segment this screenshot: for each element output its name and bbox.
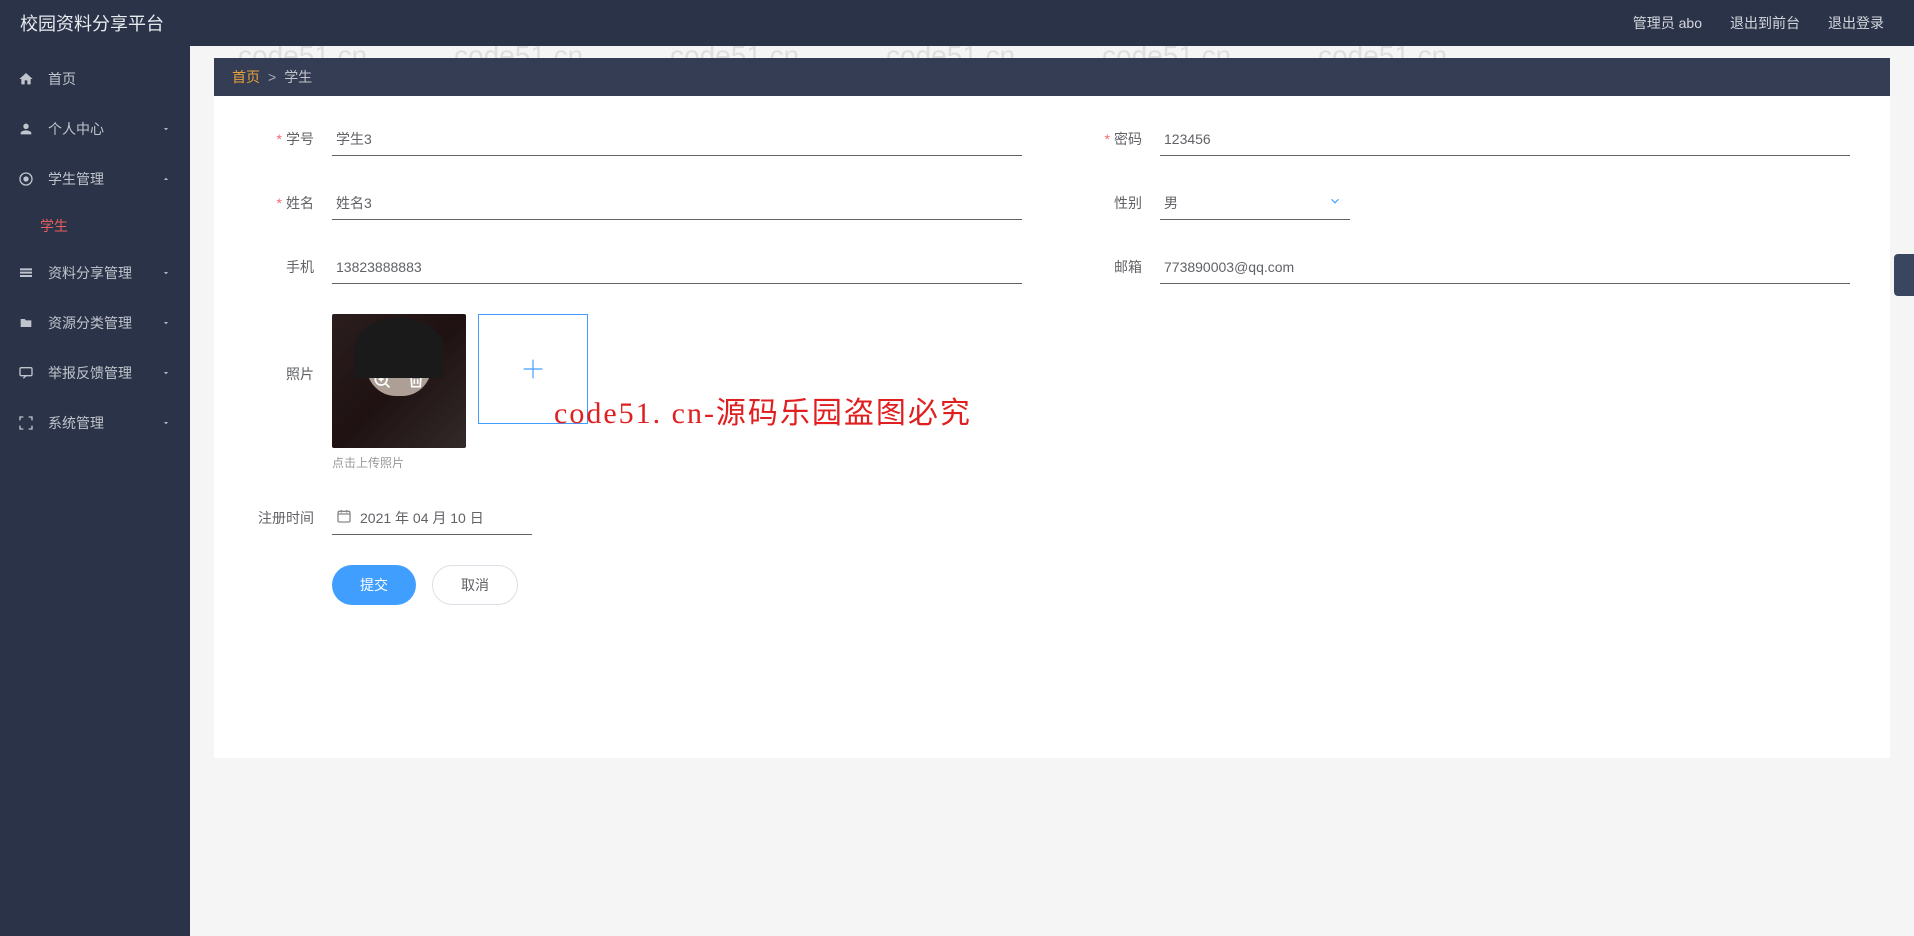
fullscreen-icon	[18, 415, 34, 431]
chevron-down-icon	[160, 123, 172, 135]
logout-front-link[interactable]: 退出到前台	[1730, 13, 1800, 33]
content-panel: 首页 > 学生 *学号 *密码 *姓名	[214, 58, 1890, 758]
label-photo: 照片	[254, 314, 314, 384]
chevron-down-icon	[160, 317, 172, 329]
select-gender-value: 男	[1164, 193, 1178, 213]
sidebar-item-home[interactable]: 首页	[0, 54, 190, 104]
label-email: 邮箱	[1082, 257, 1142, 277]
field-reg-time: 注册时间 2021 年 04 月 10 日	[254, 501, 532, 535]
circle-icon	[18, 171, 34, 187]
label-password: *密码	[1082, 129, 1142, 149]
label-gender: 性别	[1082, 193, 1142, 213]
field-name: *姓名	[254, 186, 1022, 220]
top-header: 校园资料分享平台 管理员 abo 退出到前台 退出登录	[0, 0, 1914, 46]
breadcrumb-home[interactable]: 首页	[232, 67, 260, 87]
input-password[interactable]	[1160, 122, 1850, 156]
cancel-button[interactable]: 取消	[432, 565, 518, 605]
photo-overlay	[332, 314, 466, 448]
label-phone: 手机	[254, 257, 314, 277]
main-content: 首页 > 学生 *学号 *密码 *姓名	[190, 46, 1914, 936]
chevron-down-icon	[160, 417, 172, 429]
field-phone: 手机	[254, 250, 1022, 284]
field-email: 邮箱	[1082, 250, 1850, 284]
sidebar-item-label: 资料分享管理	[48, 263, 160, 283]
input-student-id[interactable]	[332, 122, 1022, 156]
delete-icon[interactable]	[406, 370, 426, 393]
input-phone[interactable]	[332, 250, 1022, 284]
input-name[interactable]	[332, 186, 1022, 220]
sidebar-item-category-mgmt[interactable]: 资源分类管理	[0, 298, 190, 348]
sidebar-item-label: 个人中心	[48, 119, 160, 139]
calendar-icon	[336, 508, 352, 527]
label-student-id: *学号	[254, 129, 314, 149]
header-actions: 管理员 abo 退出到前台 退出登录	[1633, 13, 1884, 33]
chevron-down-icon	[1328, 194, 1342, 211]
submit-button[interactable]: 提交	[332, 565, 416, 605]
sidebar-item-report-mgmt[interactable]: 举报反馈管理	[0, 348, 190, 398]
sidebar-item-label: 资源分类管理	[48, 313, 160, 333]
label-name: *姓名	[254, 193, 314, 213]
field-password: *密码	[1082, 122, 1850, 156]
side-handle[interactable]	[1894, 254, 1914, 296]
layers-icon	[18, 265, 34, 281]
folder-icon	[18, 315, 34, 331]
field-gender: 性别 男	[1082, 186, 1850, 220]
date-value: 2021 年 04 月 10 日	[360, 508, 484, 528]
label-reg-time: 注册时间	[254, 508, 314, 528]
sidebar-item-profile[interactable]: 个人中心	[0, 104, 190, 154]
date-picker-reg-time[interactable]: 2021 年 04 月 10 日	[332, 501, 532, 535]
sidebar-item-system-mgmt[interactable]: 系统管理	[0, 398, 190, 448]
sidebar-item-student-mgmt[interactable]: 学生管理	[0, 154, 190, 204]
sidebar-item-label: 系统管理	[48, 413, 160, 433]
photo-thumbnail[interactable]	[332, 314, 466, 448]
photo-upload-tip: 点击上传照片	[332, 454, 1850, 471]
field-student-id: *学号	[254, 122, 1022, 156]
chevron-up-icon	[160, 173, 172, 185]
home-icon	[18, 71, 34, 87]
select-gender[interactable]: 男	[1160, 186, 1350, 220]
photo-add-button[interactable]	[478, 314, 588, 424]
student-form: *学号 *密码 *姓名 性别 男	[214, 96, 1890, 605]
form-actions: 提交 取消	[332, 565, 1850, 605]
sidebar-subitem-student[interactable]: 学生	[0, 204, 190, 248]
logout-link[interactable]: 退出登录	[1828, 13, 1884, 33]
app-title: 校园资料分享平台	[20, 10, 164, 36]
input-email[interactable]	[1160, 250, 1850, 284]
chat-icon	[18, 365, 34, 381]
sidebar-item-label: 学生管理	[48, 169, 160, 189]
field-photo: 照片	[254, 314, 1850, 448]
breadcrumb-separator: >	[268, 69, 276, 85]
breadcrumb: 首页 > 学生	[214, 58, 1890, 96]
sidebar-item-label: 首页	[48, 69, 172, 89]
sidebar-item-label: 举报反馈管理	[48, 363, 160, 383]
sidebar: 首页 个人中心 学生管理 学生 资料分享管理 资源分类管理 举报反馈管理 系统管…	[0, 46, 190, 936]
user-icon	[18, 121, 34, 137]
admin-label[interactable]: 管理员 abo	[1633, 13, 1702, 33]
zoom-icon[interactable]	[372, 370, 392, 393]
sidebar-item-material-mgmt[interactable]: 资料分享管理	[0, 248, 190, 298]
chevron-down-icon	[160, 267, 172, 279]
breadcrumb-current: 学生	[284, 67, 312, 87]
chevron-down-icon	[160, 367, 172, 379]
